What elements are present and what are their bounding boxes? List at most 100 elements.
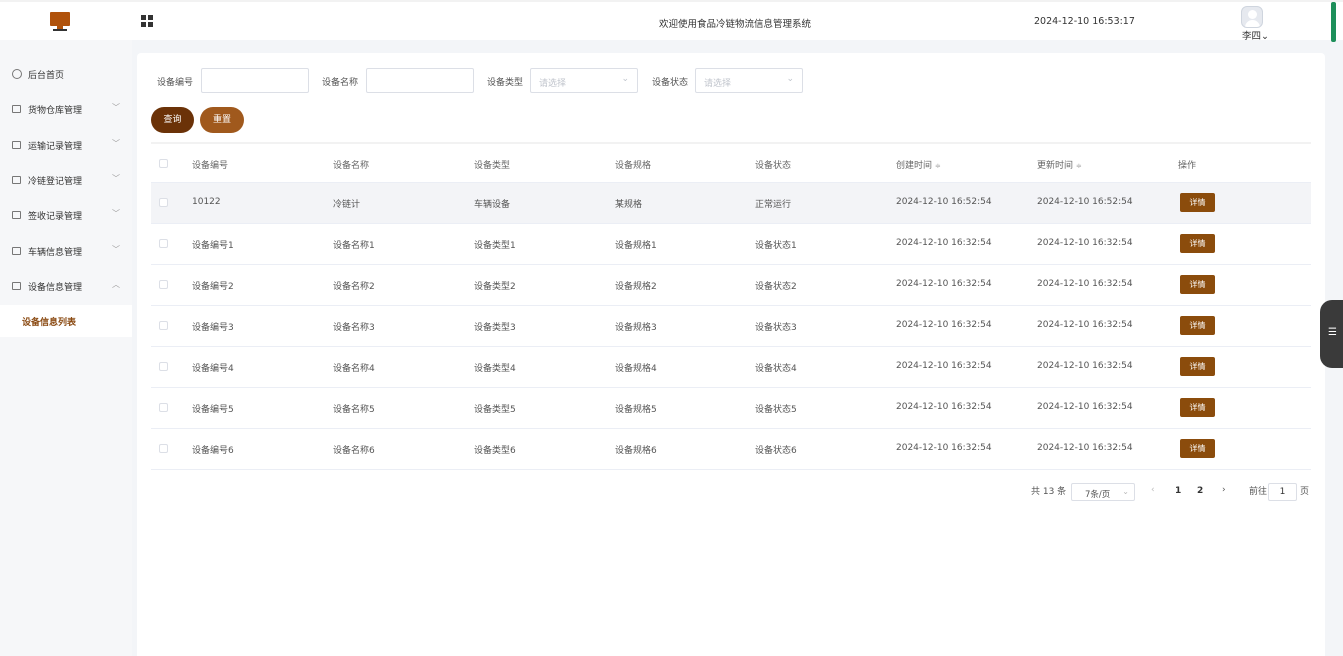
row-checkbox[interactable] xyxy=(159,239,168,248)
device-type-select[interactable]: 请选择 ⌄ xyxy=(530,68,638,93)
sidebar: 后台首页 货物仓库管理 ﹀ 运输记录管理 ﹀ 冷链登记管理 ﹀ 签收记录管理 ﹀… xyxy=(0,40,132,656)
cell: 设备规格2 xyxy=(615,282,657,292)
menu-icon xyxy=(12,105,21,113)
device-name-input[interactable] xyxy=(366,68,474,93)
sidebar-subitem-device-list[interactable]: 设备信息列表 xyxy=(0,305,132,337)
monitor-logo-icon xyxy=(50,12,70,32)
device-status-label: 设备状态 xyxy=(652,78,689,88)
sidebar-item-warehouse[interactable]: 货物仓库管理 ﹀ xyxy=(0,92,132,127)
chevron-up-icon: ︿ xyxy=(112,280,120,289)
table-row[interactable]: 设备编号3 设备名称3 设备类型3 设备规格3 设备状态3 2024-12-10… xyxy=(151,306,1311,347)
row-checkbox[interactable] xyxy=(159,198,168,207)
cell: 设备编号6 xyxy=(192,446,234,456)
detail-button[interactable]: 详情 xyxy=(1180,316,1215,335)
column-header-updated[interactable]: 更新时间 ≑ xyxy=(1037,158,1082,171)
detail-button[interactable]: 详情 xyxy=(1180,275,1215,294)
page-size-select[interactable]: 7条/页 ⌄ xyxy=(1071,483,1135,501)
goto-page-input[interactable] xyxy=(1268,483,1297,501)
table-row[interactable]: 设备编号1 设备名称1 设备类型1 设备规格1 设备状态1 2024-12-10… xyxy=(151,224,1311,265)
chevron-down-icon: ﹀ xyxy=(112,174,120,183)
detail-button[interactable]: 详情 xyxy=(1180,357,1215,376)
sidebar-item-label: 设备信息管理 xyxy=(28,283,83,293)
cell: 设备类型4 xyxy=(474,364,516,374)
sidebar-item-signoff[interactable]: 签收记录管理 ﹀ xyxy=(0,198,132,233)
chevron-down-icon: ﹀ xyxy=(112,245,120,254)
cell: 设备编号4 xyxy=(192,364,234,374)
sort-icon[interactable]: ≑ xyxy=(1076,162,1082,170)
column-header: 设备类型 xyxy=(474,161,511,171)
row-checkbox[interactable] xyxy=(159,403,168,412)
cell: 设备编号5 xyxy=(192,405,234,415)
table-header-row xyxy=(151,142,1311,183)
select-placeholder: 请选择 xyxy=(539,79,567,89)
cell: 设备规格3 xyxy=(615,323,657,333)
prev-page-button[interactable]: ‹ xyxy=(1151,485,1155,495)
cell: 设备规格1 xyxy=(615,241,657,251)
device-type-label: 设备类型 xyxy=(487,78,524,88)
reset-button[interactable]: 重置 xyxy=(200,107,244,133)
column-header: 设备规格 xyxy=(615,161,652,171)
cell: 设备类型6 xyxy=(474,446,516,456)
cell: 2024-12-10 16:32:54 xyxy=(1037,279,1133,289)
sidebar-item-device[interactable]: 设备信息管理 ︿ xyxy=(0,269,132,304)
sidebar-item-coldchain[interactable]: 冷链登记管理 ﹀ xyxy=(0,163,132,198)
cell: 2024-12-10 16:32:54 xyxy=(896,279,992,289)
next-page-button[interactable]: › xyxy=(1222,485,1226,495)
column-header: 设备名称 xyxy=(333,161,370,171)
row-checkbox[interactable] xyxy=(159,444,168,453)
menu-icon xyxy=(12,211,21,219)
row-checkbox[interactable] xyxy=(159,280,168,289)
cell: 设备规格5 xyxy=(615,405,657,415)
chevron-down-icon: ⌄ xyxy=(1122,487,1129,496)
cell: 设备类型2 xyxy=(474,282,516,292)
table-row[interactable]: 设备编号6 设备名称6 设备类型6 设备规格6 设备状态6 2024-12-10… xyxy=(151,429,1311,470)
sidebar-item-label: 签收记录管理 xyxy=(28,212,83,222)
row-checkbox[interactable] xyxy=(159,362,168,371)
cell: 2024-12-10 16:32:54 xyxy=(896,361,992,371)
cell: 设备名称4 xyxy=(333,364,375,374)
menu-icon xyxy=(12,282,21,290)
detail-button[interactable]: 详情 xyxy=(1180,439,1215,458)
device-status-select[interactable]: 请选择 ⌄ xyxy=(695,68,803,93)
window-edge-bar xyxy=(1331,2,1336,42)
cell: 车辆设备 xyxy=(474,200,511,210)
select-placeholder: 请选择 xyxy=(704,79,732,89)
column-header: 设备编号 xyxy=(192,161,229,171)
chevron-down-icon: ﹀ xyxy=(112,103,120,112)
cell: 2024-12-10 16:32:54 xyxy=(896,320,992,330)
cell: 设备规格6 xyxy=(615,446,657,456)
select-all-checkbox[interactable] xyxy=(159,159,168,168)
menu-icon xyxy=(12,176,21,184)
table-row[interactable]: 设备编号5 设备名称5 设备类型5 设备规格5 设备状态5 2024-12-10… xyxy=(151,388,1311,429)
table-row[interactable]: 10122 冷链计 车辆设备 某规格 正常运行 2024-12-10 16:52… xyxy=(151,183,1311,224)
pagination-total: 共 13 条 xyxy=(1031,487,1067,497)
column-header-created[interactable]: 创建时间 ≑ xyxy=(896,158,941,171)
row-checkbox[interactable] xyxy=(159,321,168,330)
goto-prefix: 前往 xyxy=(1249,487,1268,497)
cell: 某规格 xyxy=(615,200,643,210)
detail-button[interactable]: 详情 xyxy=(1180,398,1215,417)
device-no-input[interactable] xyxy=(201,68,309,93)
sidebar-item-vehicle[interactable]: 车辆信息管理 ﹀ xyxy=(0,234,132,269)
detail-button[interactable]: 详情 xyxy=(1180,193,1215,212)
page-size-value: 7条/页 xyxy=(1085,490,1111,500)
sidebar-item-transport[interactable]: 运输记录管理 ﹀ xyxy=(0,128,132,163)
page-number-2[interactable]: 2 xyxy=(1197,486,1203,496)
detail-button[interactable]: 详情 xyxy=(1180,234,1215,253)
floating-side-tab[interactable]: ☰ xyxy=(1320,300,1343,368)
menu-icon xyxy=(12,141,21,149)
cell: 2024-12-10 16:52:54 xyxy=(896,197,992,207)
table-row[interactable]: 设备编号4 设备名称4 设备类型4 设备规格4 设备状态4 2024-12-10… xyxy=(151,347,1311,388)
user-avatar[interactable] xyxy=(1241,6,1263,28)
sort-icon[interactable]: ≑ xyxy=(935,162,941,170)
device-no-label: 设备编号 xyxy=(157,78,194,88)
menu-toggle-grid-icon[interactable] xyxy=(141,15,153,27)
user-menu[interactable]: 李四⌄ xyxy=(1242,28,1269,42)
sidebar-item-home[interactable]: 后台首页 xyxy=(0,57,132,92)
page-number-1[interactable]: 1 xyxy=(1175,486,1181,496)
cell: 2024-12-10 16:32:54 xyxy=(1037,320,1133,330)
table-row[interactable]: 设备编号2 设备名称2 设备类型2 设备规格2 设备状态2 2024-12-10… xyxy=(151,265,1311,306)
cell: 设备名称5 xyxy=(333,405,375,415)
cell: 设备名称3 xyxy=(333,323,375,333)
query-button[interactable]: 查询 xyxy=(151,107,194,133)
